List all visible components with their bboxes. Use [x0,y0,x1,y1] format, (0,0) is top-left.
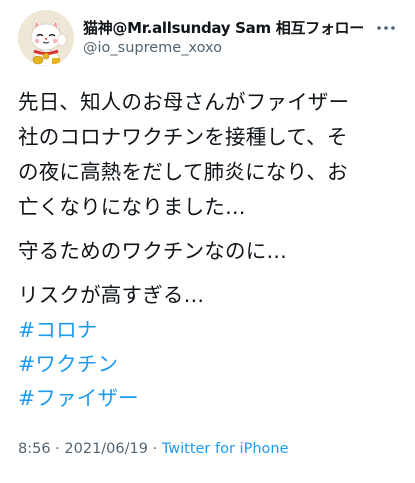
tweet-paragraph: 守るためのワクチンなのに… [18,239,288,263]
tweet-paragraph: 先日、知人のお母さんがファイザー 社のコロナワクチンを接種して、そ の夜に高熱を… [18,90,350,219]
meta-separator: · [152,441,158,457]
display-name[interactable]: 猫神@Mr.allsunday Sam 相互フォロー [83,18,368,38]
hashtag-link[interactable]: #コロナ [18,313,398,347]
hashtag-link[interactable]: #ファイザー [18,381,398,415]
tweet-header: 猫神@Mr.allsunday Sam 相互フォロー @io_supreme_x… [18,10,398,66]
user-names: 猫神@Mr.allsunday Sam 相互フォロー @io_supreme_x… [83,18,368,58]
tweet-metadata: 8:56 · 2021/06/19 · Twitter for iPhone [18,439,289,459]
more-icon[interactable] [376,22,396,34]
meta-separator: · [55,441,60,457]
tweet-date[interactable]: 2021/06/19 [64,441,148,457]
tweet-source-link[interactable]: Twitter for iPhone [162,441,289,457]
tweet-time[interactable]: 8:56 [18,441,51,457]
user-handle[interactable]: @io_supreme_xoxo [83,38,368,58]
hashtag-list: #コロナ #ワクチン #ファイザー [18,313,398,415]
lucky-cat-avatar-icon [18,10,74,66]
tweet-paragraph: リスクが高すぎる… [18,283,205,307]
tweet-text: 先日、知人のお母さんがファイザー 社のコロナワクチンを接種して、そ の夜に高熱を… [18,85,403,322]
avatar[interactable] [18,10,74,66]
tweet: 猫神@Mr.allsunday Sam 相互フォロー @io_supreme_x… [0,0,415,483]
hashtag-link[interactable]: #ワクチン [18,347,398,381]
